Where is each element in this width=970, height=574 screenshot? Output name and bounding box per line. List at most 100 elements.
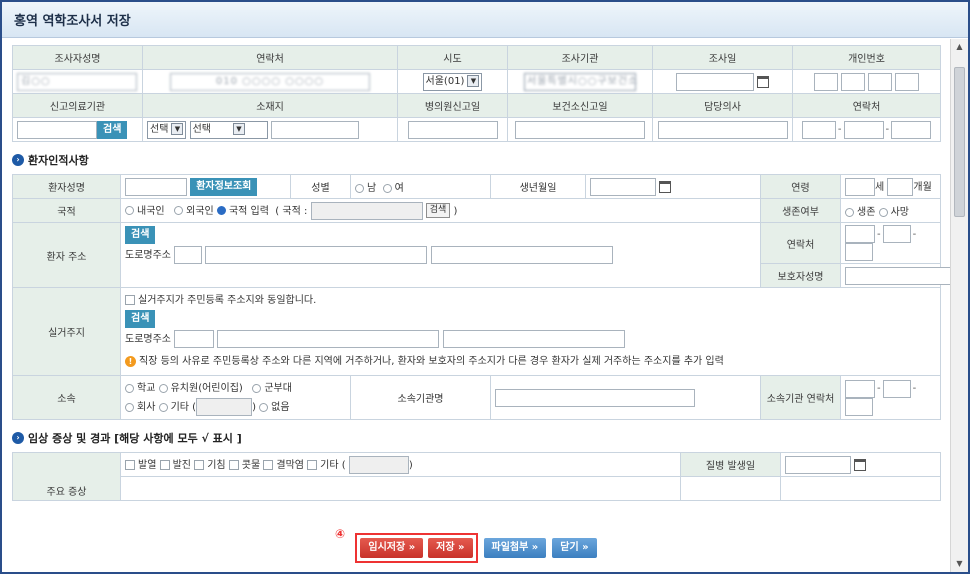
symptom-conjunctivitis-checkbox[interactable]: [263, 459, 274, 470]
scroll-up-arrow-icon[interactable]: ▲: [951, 39, 968, 55]
residence-detail-input[interactable]: [442, 330, 625, 348]
symptom-other-input[interactable]: [348, 455, 409, 474]
personal-number-2[interactable]: [840, 72, 865, 91]
residence-same-checkbox[interactable]: [125, 295, 135, 305]
patient-name-input[interactable]: [125, 177, 187, 196]
residence-postcode-input[interactable]: [174, 330, 215, 348]
symptom-cough-checkbox[interactable]: [194, 459, 205, 470]
temp-save-button[interactable]: 임시저장 »: [360, 538, 424, 558]
personal-number-4[interactable]: [895, 72, 920, 91]
affil-school-radio[interactable]: [125, 383, 134, 393]
investigator-name-input[interactable]: 김○○: [17, 72, 137, 91]
postcode-input[interactable]: [174, 246, 203, 264]
header-survey-date: 조사일: [652, 45, 793, 70]
sex-female-label: 여: [394, 183, 404, 194]
affil-phone-3[interactable]: [845, 397, 873, 416]
nation-input-label: 국적 입력: [228, 205, 269, 217]
sex-female-radio[interactable]: [382, 183, 392, 193]
calendar-icon[interactable]: [757, 75, 769, 88]
window-title: 홍역 역학조사서 저장: [14, 14, 131, 29]
affil-company-radio[interactable]: [125, 402, 134, 412]
nation-domestic-radio[interactable]: [125, 206, 134, 215]
birth-date-input[interactable]: [590, 177, 656, 196]
header-contact: 연락처: [142, 45, 398, 70]
attach-file-button[interactable]: 파일첨부 »: [483, 538, 547, 558]
age-year-input[interactable]: [845, 177, 875, 196]
guardian-name-input[interactable]: [845, 266, 955, 285]
hospital-search-button[interactable]: 검색: [97, 120, 128, 139]
form-scroll-area: 조사자성명 연락처 시도 조사기관 조사일 개인번호 김○○ 010 ○○○○ …: [2, 39, 968, 572]
survival-dead-radio[interactable]: [878, 207, 888, 217]
symptom-fever-label: 발열: [138, 459, 157, 471]
doctor-name-input[interactable]: [657, 120, 788, 139]
health-center-report-date-input[interactable]: [515, 120, 645, 139]
affil-other-radio[interactable]: [158, 402, 168, 412]
nation-input-field[interactable]: [310, 201, 423, 220]
doctor-phone-3[interactable]: [891, 120, 932, 139]
address-search-button[interactable]: 검색: [125, 226, 156, 244]
affil-kinder-label: 유치원(어린이집): [170, 383, 243, 394]
symptom-runny-nose-checkbox[interactable]: [228, 459, 239, 470]
affil-org-input[interactable]: [495, 388, 695, 407]
symptom-rash-checkbox[interactable]: [159, 459, 170, 470]
road-address-input[interactable]: [205, 246, 428, 264]
hospital-report-date-input[interactable]: [407, 120, 498, 139]
residence-search-button[interactable]: 검색: [125, 310, 156, 328]
residence-address-input[interactable]: [217, 330, 440, 348]
patient-phone-3[interactable]: [845, 243, 873, 261]
doctor-phone-1[interactable]: [801, 120, 836, 139]
patient-phone-1[interactable]: [845, 225, 875, 243]
birth-label: 생년월일: [490, 174, 586, 199]
dash: -: [885, 124, 890, 135]
affil-kinder-radio[interactable]: [158, 383, 168, 393]
location-detail-input[interactable]: [270, 120, 359, 139]
calendar-icon[interactable]: [854, 458, 866, 471]
calendar-icon[interactable]: [659, 180, 671, 193]
city-select[interactable]: 선택 ▼: [189, 120, 268, 139]
symptom-runny-nose-label: 콧물: [241, 459, 261, 471]
affil-none-radio[interactable]: [259, 402, 269, 412]
affil-phone-1[interactable]: [845, 379, 875, 398]
affiliation-label: 소속: [12, 375, 121, 420]
survival-alive-radio[interactable]: [845, 207, 854, 217]
agency-select[interactable]: 서울특별시○○구보건소: [524, 72, 637, 91]
patient-lookup-button[interactable]: 환자정보조회: [190, 177, 258, 196]
address-detail-input[interactable]: [430, 246, 613, 264]
road-address-label: 도로명주소: [125, 250, 171, 261]
onset-date-input[interactable]: [785, 455, 851, 474]
scroll-thumb[interactable]: [954, 67, 965, 217]
hospital-input[interactable]: [17, 120, 97, 139]
patient-contact-label: 연락처: [760, 222, 841, 264]
nation-search-button[interactable]: 검색: [425, 203, 451, 218]
personal-number-3[interactable]: [868, 72, 893, 91]
vertical-scrollbar[interactable]: ▲ ▼: [950, 39, 968, 572]
symptom-other-checkbox[interactable]: [307, 459, 318, 470]
personal-number-1[interactable]: [813, 72, 838, 91]
info-icon: !: [125, 355, 136, 367]
scroll-down-arrow-icon[interactable]: ▼: [951, 556, 968, 572]
nation-foreign-radio[interactable]: [174, 206, 184, 215]
sex-male-radio[interactable]: [355, 183, 364, 193]
residence-road-label: 도로명주소: [125, 334, 171, 345]
symptom-fever-checkbox[interactable]: [125, 459, 135, 470]
affil-org-label: 소속기관명: [350, 375, 491, 420]
guardian-label: 보호자성명: [760, 263, 841, 288]
nation-input-radio[interactable]: [216, 206, 226, 215]
doctor-phone-2[interactable]: [843, 120, 884, 139]
affil-army-radio[interactable]: [252, 383, 262, 393]
investigator-phone-input[interactable]: 010 ○○○○ ○○○○: [170, 72, 370, 91]
survival-alive-label: 생존: [857, 207, 876, 218]
close-button[interactable]: 닫기 »: [552, 538, 597, 558]
save-button[interactable]: 저장 »: [428, 538, 473, 558]
affil-phone-2[interactable]: [882, 379, 911, 398]
affil-other-close: ): [252, 402, 256, 413]
province-select[interactable]: 선택 ▼: [147, 120, 187, 139]
residence-label: 실거주지: [12, 287, 121, 376]
sido-select[interactable]: 서울(01) ▼: [422, 72, 483, 91]
affil-other-input[interactable]: [196, 398, 253, 416]
patient-phone-2[interactable]: [882, 225, 911, 243]
age-month-input[interactable]: [887, 177, 914, 196]
header-doctor-contact: 연락처: [792, 93, 941, 118]
survey-date-input[interactable]: [676, 72, 754, 91]
nation-suffix: ): [453, 205, 458, 217]
